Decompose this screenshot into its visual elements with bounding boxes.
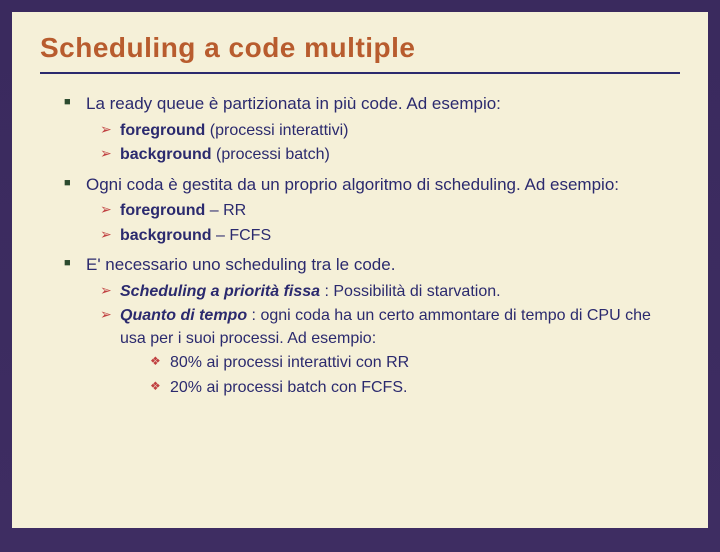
title-divider bbox=[40, 72, 680, 74]
slide-title: Scheduling a code multiple bbox=[40, 32, 680, 64]
bullet-2a: foreground – RR bbox=[100, 200, 680, 222]
bullet-1b-text: (processi batch) bbox=[212, 146, 330, 163]
bullet-2b: background – FCFS bbox=[100, 225, 680, 247]
bullet-2a-bold: foreground bbox=[120, 202, 205, 219]
bullet-2b-text: – FCFS bbox=[212, 227, 272, 244]
bullet-3b2-text: 20% ai processi batch con FCFS. bbox=[170, 379, 407, 396]
bullet-2b-bold: background bbox=[120, 227, 212, 244]
bullet-3b1-text: 80% ai processi interattivi con RR bbox=[170, 354, 409, 371]
bullet-3a: Scheduling a priorità fissa : Possibilit… bbox=[100, 281, 680, 303]
bullet-1a: foreground (processi interattivi) bbox=[100, 120, 680, 142]
bullet-1: La ready queue è partizionata in più cod… bbox=[64, 92, 680, 116]
bullet-3b2: 20% ai processi batch con FCFS. bbox=[150, 377, 680, 399]
bullet-3b1: 80% ai processi interattivi con RR bbox=[150, 352, 680, 374]
slide-content: La ready queue è partizionata in più cod… bbox=[40, 92, 680, 399]
bullet-3a-bolditalic: Scheduling a priorità fissa bbox=[120, 283, 320, 300]
bullet-1b-bold: background bbox=[120, 146, 212, 163]
bullet-3b: Quanto di tempo : ogni coda ha un certo … bbox=[100, 305, 680, 350]
bullet-1b: background (processi batch) bbox=[100, 144, 680, 166]
bullet-1a-bold: foreground bbox=[120, 122, 205, 139]
bullet-3: E' necessario uno scheduling tra le code… bbox=[64, 253, 680, 277]
bullet-3-text: E' necessario uno scheduling tra le code… bbox=[86, 255, 395, 274]
bullet-2: Ogni coda è gestita da un proprio algori… bbox=[64, 173, 680, 197]
bullet-2-text: Ogni coda è gestita da un proprio algori… bbox=[86, 175, 619, 194]
bullet-1a-text: (processi interattivi) bbox=[205, 122, 348, 139]
bullet-2a-text: – RR bbox=[205, 202, 246, 219]
bullet-1-text: La ready queue è partizionata in più cod… bbox=[86, 94, 501, 113]
slide: Scheduling a code multiple La ready queu… bbox=[12, 12, 708, 528]
bullet-3a-text: : Possibilità di starvation. bbox=[320, 283, 501, 300]
bullet-3b-bolditalic: Quanto di tempo bbox=[120, 307, 247, 324]
